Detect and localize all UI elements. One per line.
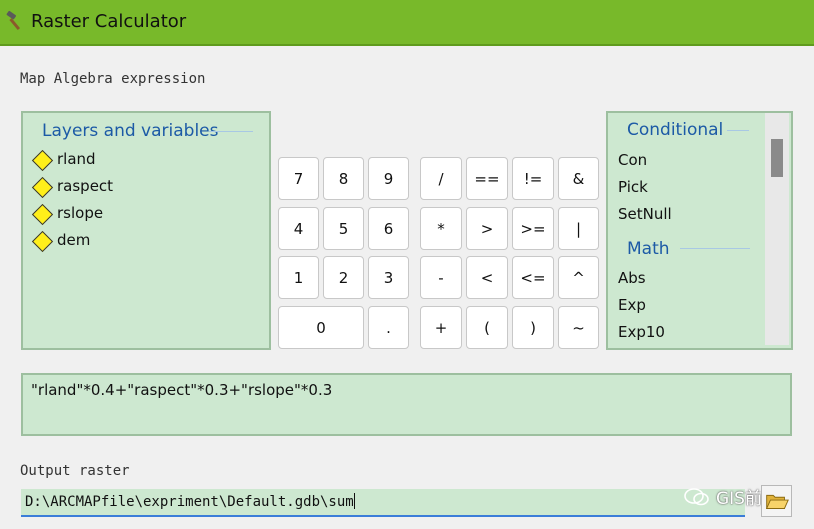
key-not-equal[interactable]: != [512,157,554,200]
key-close-paren[interactable]: ) [512,306,554,349]
key-open-paren[interactable]: ( [466,306,508,349]
window-title: Raster Calculator [31,11,187,32]
conditional-heading: Conditional [627,120,724,140]
heading-divider [680,248,750,249]
expression-textarea[interactable]: "rland"*0.4+"raspect"*0.3+"rslope"*0.3 [21,373,792,436]
layer-label: rland [57,150,96,168]
functions-scrollbar[interactable] [765,113,789,345]
heading-divider [209,131,253,132]
key-multiply[interactable]: * [420,207,462,250]
function-exp10[interactable]: Exp10 [618,323,665,341]
key-2[interactable]: 2 [323,256,364,299]
layers-heading: Layers and variables [42,121,219,141]
output-raster-input[interactable]: D:\ARCMAPfile\expriment\Default.gdb\sum [21,489,745,517]
key-9[interactable]: 9 [368,157,409,200]
heading-divider [727,130,749,131]
key-less-equal[interactable]: <= [512,256,554,299]
key-6[interactable]: 6 [368,207,409,250]
raster-layer-diamond-icon [31,203,54,226]
key-equal[interactable]: == [466,157,508,200]
layer-label: dem [57,231,91,249]
key-0[interactable]: 0 [278,306,364,349]
function-abs[interactable]: Abs [618,269,646,287]
open-folder-icon [765,494,789,509]
raster-layer-diamond-icon [31,230,54,253]
function-exp[interactable]: Exp [618,296,646,314]
expression-text: "rland"*0.4+"raspect"*0.3+"rslope"*0.3 [31,381,333,399]
key-or[interactable]: | [558,207,599,250]
function-pick[interactable]: Pick [618,178,648,196]
function-setnull[interactable]: SetNull [618,205,672,223]
hammer-icon [6,10,21,31]
key-1[interactable]: 1 [278,256,319,299]
math-heading: Math [627,239,670,259]
raster-layer-diamond-icon [31,149,54,172]
key-4[interactable]: 4 [278,207,319,250]
key-less[interactable]: < [466,256,508,299]
key-greater[interactable]: > [466,207,508,250]
key-not[interactable]: ~ [558,306,599,349]
layers-panel: Layers and variables rland raspect rslop… [21,111,271,350]
key-8[interactable]: 8 [323,157,364,200]
scrollbar-thumb[interactable] [771,139,783,177]
expression-label: Map Algebra expression [20,71,206,87]
output-raster-label: Output raster [20,463,130,479]
layer-label: rslope [57,204,104,222]
key-minus[interactable]: - [420,256,462,299]
key-7[interactable]: 7 [278,157,319,200]
key-5[interactable]: 5 [323,207,364,250]
key-3[interactable]: 3 [368,256,409,299]
browse-button[interactable] [761,485,792,517]
raster-layer-diamond-icon [31,176,54,199]
key-plus[interactable]: + [420,306,462,349]
title-bar[interactable]: Raster Calculator [0,0,814,46]
key-divide[interactable]: / [420,157,462,200]
text-caret [353,493,355,509]
layer-label: raspect [57,177,114,195]
key-and[interactable]: & [558,157,599,200]
function-con[interactable]: Con [618,151,647,169]
key-decimal[interactable]: . [368,306,409,349]
key-xor[interactable]: ^ [558,256,599,299]
output-raster-value: D:\ARCMAPfile\expriment\Default.gdb\sum [25,494,354,510]
wechat-icon [684,487,709,505]
key-greater-equal[interactable]: >= [512,207,554,250]
